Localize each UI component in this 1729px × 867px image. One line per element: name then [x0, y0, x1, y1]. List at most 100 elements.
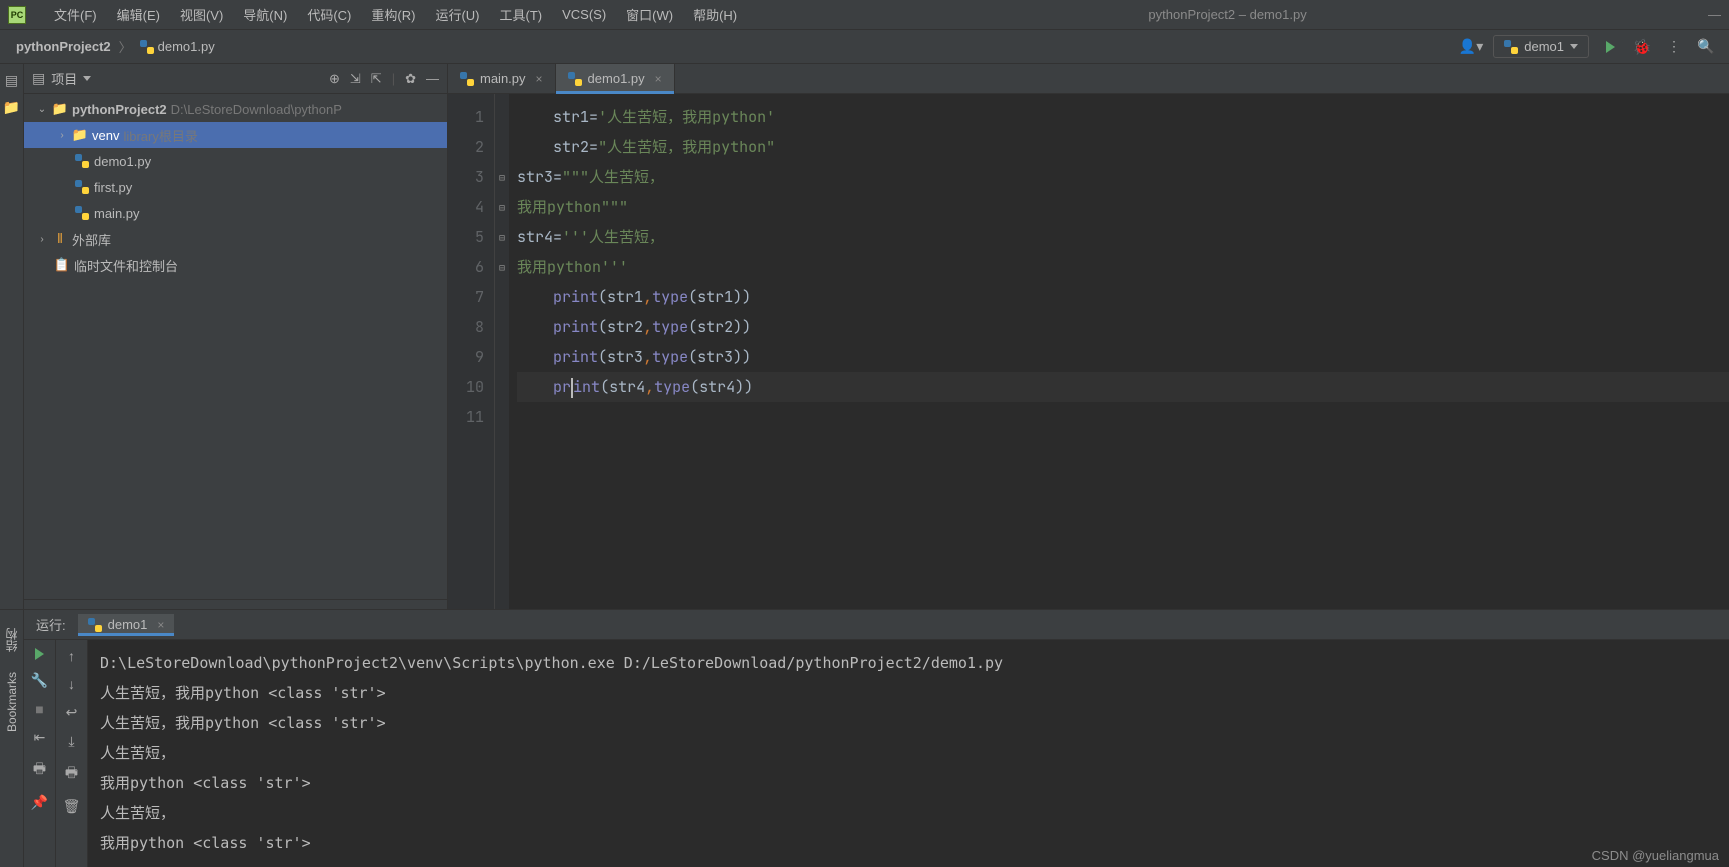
more-icon: ⋮: [1667, 38, 1681, 55]
fold-gutter[interactable]: ⊟⊟⊟⊟: [495, 94, 509, 609]
locate-icon[interactable]: ⊕: [329, 71, 340, 87]
rerun-button[interactable]: [35, 648, 44, 660]
main-area: ▤ 📁 ▤ 项目 ⊕ ⇲ ⇱ | ✿ — ⌄📁pythonProject2 D:…: [0, 64, 1729, 609]
code-line[interactable]: 我用python''': [517, 252, 1729, 282]
soft-wrap-icon[interactable]: ↩: [66, 704, 78, 721]
tree-row[interactable]: main.py: [24, 200, 447, 226]
editor-tab[interactable]: main.py×: [448, 64, 556, 93]
folder-tool-icon[interactable]: 📁: [3, 99, 20, 116]
menu-view[interactable]: 视图(V): [170, 5, 233, 24]
tree-arrow-icon[interactable]: ›: [56, 130, 68, 141]
library-icon: ⦀: [52, 231, 68, 247]
code-line[interactable]: print(str4,type(str4)): [517, 372, 1729, 402]
exit-button[interactable]: ⇤: [34, 729, 46, 746]
breadcrumb-file[interactable]: demo1.py: [136, 39, 219, 54]
tree-row[interactable]: ›📁venv library根目录: [24, 122, 447, 148]
menu-navigate[interactable]: 导航(N): [233, 5, 297, 24]
menu-run[interactable]: 运行(U): [425, 5, 489, 24]
menu-code[interactable]: 代码(C): [297, 5, 361, 24]
down-icon[interactable]: ↓: [68, 676, 75, 692]
trash-icon[interactable]: 🗑: [63, 798, 81, 815]
up-icon[interactable]: ↑: [68, 648, 75, 664]
code-line[interactable]: str1='人生苦短，我用python': [517, 102, 1729, 132]
code-content[interactable]: str1='人生苦短，我用python' str2="人生苦短，我用python…: [509, 94, 1729, 609]
code-editor[interactable]: 1234567891011 ⊟⊟⊟⊟ str1='人生苦短，我用python' …: [448, 94, 1729, 609]
search-everywhere-button[interactable]: 🔍: [1695, 36, 1717, 58]
close-icon[interactable]: ×: [655, 72, 662, 86]
code-line[interactable]: str2="人生苦短，我用python": [517, 132, 1729, 162]
tree-item-path: D:\LeStoreDownload\pythonP: [171, 102, 342, 117]
editor-tab[interactable]: demo1.py×: [556, 64, 675, 93]
tree-row[interactable]: 📋临时文件和控制台: [24, 252, 447, 278]
hide-icon[interactable]: —: [426, 71, 439, 87]
tree-row[interactable]: ⌄ 📁 pythonProject2 D:\LeStoreDownload\pyth…: [24, 96, 447, 122]
run-panel-tab[interactable]: demo1 ×: [78, 614, 175, 635]
breadcrumb-project[interactable]: pythonProject2: [12, 39, 115, 54]
close-icon[interactable]: ×: [157, 618, 164, 632]
menu-vcs[interactable]: VCS(S): [552, 7, 616, 22]
sidebar-scrollbar[interactable]: [24, 599, 447, 609]
menu-window[interactable]: 窗口(W): [616, 5, 683, 24]
menu-edit[interactable]: 编辑(E): [107, 5, 170, 24]
menu-tools[interactable]: 工具(T): [489, 5, 552, 24]
folder-icon: 📁: [52, 101, 68, 117]
project-tree[interactable]: ⌄ 📁 pythonProject2 D:\LeStoreDownload\pyth…: [24, 94, 447, 599]
user-icon[interactable]: 👤▾: [1459, 38, 1483, 55]
chevron-down-icon[interactable]: [83, 76, 91, 81]
editor-tabs: main.py×demo1.py×: [448, 64, 1729, 94]
title-bar: PC 文件(F) 编辑(E) 视图(V) 导航(N) 代码(C) 重构(R) 运…: [0, 0, 1729, 30]
console-output[interactable]: D:\LeStoreDownload\pythonProject2\venv\S…: [88, 640, 1729, 867]
code-line[interactable]: print(str2,type(str2)): [517, 312, 1729, 342]
settings-icon[interactable]: ✿: [405, 71, 416, 87]
run-toolbar-secondary: ↑ ↓ ↩ ⤓ 🖶 🗑: [56, 640, 88, 867]
bookmarks-tab[interactable]: Bookmarks: [3, 662, 21, 742]
project-tool-icon[interactable]: ▤: [5, 72, 18, 89]
code-line[interactable]: print(str3,type(str3)): [517, 342, 1729, 372]
pin-icon[interactable]: 📌: [31, 794, 48, 811]
tree-arrow-icon[interactable]: ›: [36, 234, 48, 245]
code-line[interactable]: [517, 402, 1729, 432]
tree-item-desc: library根目录: [123, 126, 197, 145]
run-configuration-selector[interactable]: demo1: [1493, 35, 1589, 58]
line-number-gutter: 1234567891011: [448, 94, 495, 609]
bug-icon: 🐞: [1633, 38, 1652, 56]
run-config-name: demo1: [1524, 39, 1564, 54]
close-icon[interactable]: ×: [536, 72, 543, 86]
left-tool-window-bar-bottom: 结构 Bookmarks: [0, 610, 24, 867]
structure-tab[interactable]: 结构: [1, 618, 22, 662]
expand-all-icon[interactable]: ⇲: [350, 71, 361, 87]
menu-help[interactable]: 帮助(H): [683, 5, 747, 24]
debug-button[interactable]: 🐞: [1631, 36, 1653, 58]
tree-row[interactable]: first.py: [24, 174, 447, 200]
active-tab-indicator: [78, 633, 175, 636]
menu-refactor[interactable]: 重构(R): [361, 5, 425, 24]
code-line[interactable]: print(str1,type(str1)): [517, 282, 1729, 312]
left-tool-window-bar: ▤ 📁: [0, 64, 24, 609]
print-icon[interactable]: 🖶: [33, 758, 46, 782]
run-panel-tab-label: demo1: [108, 617, 148, 632]
tree-item-label: pythonProject2: [72, 102, 167, 117]
tree-row[interactable]: demo1.py: [24, 148, 447, 174]
minimize-icon[interactable]: —: [1708, 7, 1721, 22]
run-panel-label: 运行:: [36, 615, 66, 634]
active-tab-indicator: [556, 91, 674, 94]
tree-item-label: first.py: [94, 180, 132, 195]
code-line[interactable]: str4='''人生苦短，: [517, 222, 1729, 252]
code-line[interactable]: 我用python""": [517, 192, 1729, 222]
python-file-icon: [74, 154, 90, 168]
menu-file[interactable]: 文件(F): [44, 5, 107, 24]
more-actions-button[interactable]: ⋮: [1663, 36, 1685, 58]
wrench-icon[interactable]: 🔧: [31, 672, 48, 689]
breadcrumb-file-label: demo1.py: [158, 39, 215, 54]
scroll-to-end-icon[interactable]: ⤓: [68, 733, 74, 750]
collapse-all-icon[interactable]: ⇱: [371, 71, 382, 87]
stop-button[interactable]: ■: [35, 701, 43, 717]
tree-arrow-icon[interactable]: ⌄: [36, 104, 48, 115]
play-icon: [1606, 41, 1615, 53]
app-icon: PC: [8, 6, 26, 24]
run-button[interactable]: [1599, 36, 1621, 58]
window-title: pythonProject2 – demo1.py: [747, 7, 1708, 22]
code-line[interactable]: str3="""人生苦短，: [517, 162, 1729, 192]
print-icon[interactable]: 🖶: [65, 762, 78, 786]
tree-row[interactable]: ›⦀外部库: [24, 226, 447, 252]
